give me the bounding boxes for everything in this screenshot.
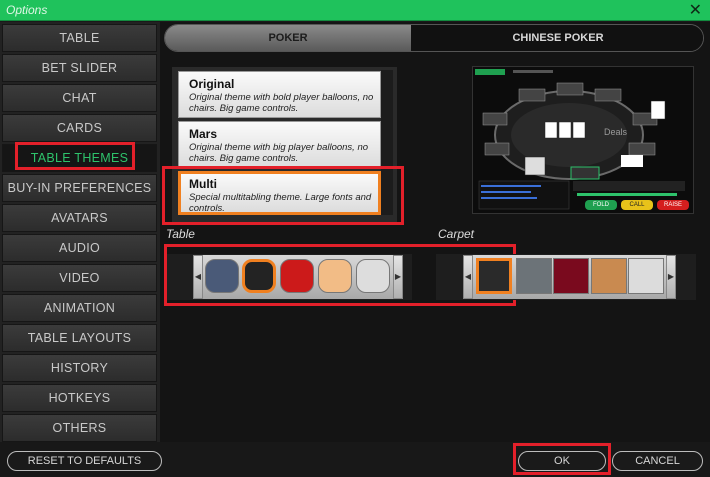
table-color-swatch[interactable] — [280, 259, 314, 293]
preview-fold-button: FOLD — [585, 200, 617, 210]
sidebar-item-bet-slider[interactable]: BET SLIDER — [2, 54, 157, 82]
table-section-label: Table — [166, 227, 195, 241]
sidebar-item-avatars[interactable]: AVATARS — [2, 204, 157, 232]
window-title: Options — [6, 3, 48, 17]
table-color-swatch[interactable] — [205, 259, 239, 293]
sidebar-item-video[interactable]: VIDEO — [2, 264, 157, 292]
ok-button[interactable]: OK — [518, 451, 606, 471]
tab-poker[interactable]: POKER — [165, 25, 411, 51]
carpet-color-swatch[interactable] — [516, 258, 552, 294]
title-bar: Options ✕ — [0, 0, 710, 21]
close-icon[interactable]: ✕ — [689, 1, 702, 19]
table-color-swatch[interactable] — [318, 259, 352, 293]
theme-name: Multi — [189, 177, 217, 191]
preview-dealer-text: Deals — [604, 127, 628, 137]
theme-multi[interactable]: Multi Special multitabling theme. Large … — [178, 171, 381, 215]
theme-description: Original theme with bold player balloons… — [189, 92, 374, 114]
theme-description: Original theme with big player balloons,… — [189, 142, 369, 164]
carpet-scroll-left-icon[interactable]: ◀ — [463, 255, 473, 299]
table-scroll-right-icon[interactable]: ▶ — [393, 255, 403, 299]
carpet-color-swatch[interactable] — [476, 258, 512, 294]
sidebar-item-cards[interactable]: CARDS — [2, 114, 157, 142]
sidebar-item-animation[interactable]: ANIMATION — [2, 294, 157, 322]
sidebar-item-hotkeys[interactable]: HOTKEYS — [2, 384, 157, 412]
theme-original[interactable]: Original Original theme with bold player… — [178, 71, 381, 118]
tab-bar: POKER CHINESE POKER — [164, 24, 704, 52]
theme-description: Special multitabling theme. Large fonts … — [189, 192, 372, 214]
tab-chinese-poker[interactable]: CHINESE POKER — [411, 25, 703, 51]
theme-name: Original — [189, 77, 235, 91]
carpet-color-swatch[interactable] — [591, 258, 627, 294]
table-scroll-left-icon[interactable]: ◀ — [193, 255, 203, 299]
preview-table-image — [473, 67, 693, 213]
cancel-button[interactable]: CANCEL — [612, 451, 703, 471]
reset-to-defaults-button[interactable]: RESET TO DEFAULTS — [7, 451, 162, 471]
sidebar-item-chat[interactable]: CHAT — [2, 84, 157, 112]
theme-mars[interactable]: Mars Original theme with big player ball… — [178, 121, 381, 168]
theme-list-scrollbar[interactable] — [381, 70, 393, 215]
carpet-section-label: Carpet — [438, 227, 475, 241]
sidebar-item-others[interactable]: OTHERS — [2, 414, 157, 442]
sidebar-item-audio[interactable]: AUDIO — [2, 234, 157, 262]
sidebar-item-buy-in-preferences[interactable]: BUY-IN PREFERENCES — [2, 174, 157, 202]
preview-call-button: CALL — [621, 200, 653, 210]
carpet-color-swatch[interactable] — [628, 258, 664, 294]
sidebar-item-table-layouts[interactable]: TABLE LAYOUTS — [2, 324, 157, 352]
preview-raise-button: RAISE — [657, 200, 689, 210]
table-color-swatch[interactable] — [242, 259, 276, 293]
sidebar-item-table-themes[interactable]: TABLE THEMES — [2, 144, 157, 172]
theme-preview: Deals FOLD CALL RAISE — [472, 66, 694, 214]
sidebar-item-table[interactable]: TABLE — [2, 24, 157, 52]
carpet-color-swatch[interactable] — [553, 258, 589, 294]
carpet-scroll-right-icon[interactable]: ▶ — [666, 255, 676, 299]
table-color-swatch[interactable] — [356, 259, 390, 293]
theme-name: Mars — [189, 127, 218, 141]
sidebar-item-history[interactable]: HISTORY — [2, 354, 157, 382]
